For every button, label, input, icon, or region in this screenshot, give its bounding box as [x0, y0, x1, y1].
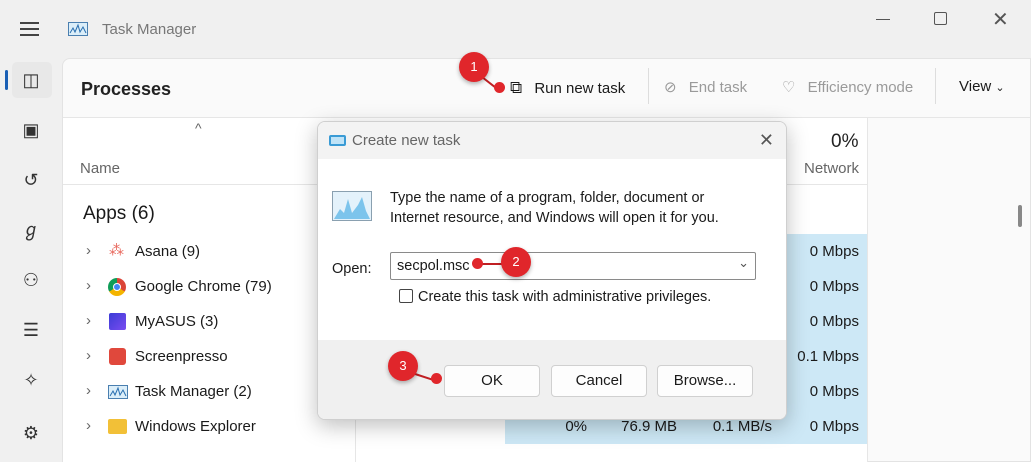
run-new-task-button[interactable]: ⧉ Run new task	[510, 78, 625, 98]
column-header-network[interactable]: Network	[804, 160, 859, 177]
dialog-close-button[interactable]: ✕	[759, 122, 774, 159]
task-manager-icon	[332, 191, 372, 221]
end-task-icon: ⊘	[664, 79, 677, 96]
open-input-value[interactable]: secpol.msc	[397, 258, 470, 274]
annotation-badge-1: 1	[459, 52, 489, 82]
expand-chevron-icon[interactable]: ›	[86, 312, 91, 329]
dialog-message: Type the name of a program, folder, docu…	[390, 190, 719, 226]
view-dropdown[interactable]: View ⌄	[959, 78, 1005, 95]
annotation-dot-2	[472, 258, 483, 269]
startup-apps-icon[interactable]: ℊ	[18, 217, 44, 243]
scrollbar-thumb[interactable]	[1018, 205, 1022, 227]
chevron-down-icon: ⌄	[995, 82, 1005, 94]
performance-icon[interactable]: ▣	[18, 117, 44, 143]
efficiency-mode-button[interactable]: ♡ Efficiency mode	[782, 78, 913, 96]
network-percent: 0%	[831, 131, 859, 152]
annotation-badge-3: 3	[388, 351, 418, 381]
chrome-icon	[108, 278, 126, 296]
admin-checkbox-label: Create this task with administrative pri…	[418, 289, 712, 305]
expand-chevron-icon[interactable]: ›	[86, 417, 91, 434]
myasus-icon	[109, 313, 126, 330]
folder-icon	[108, 419, 127, 434]
expand-chevron-icon[interactable]: ›	[86, 347, 91, 364]
run-new-task-icon: ⧉	[510, 78, 523, 97]
cancel-button[interactable]: Cancel	[551, 365, 647, 397]
sort-chevron-icon[interactable]: ^	[195, 120, 202, 136]
settings-icon[interactable]: ⚙	[18, 420, 44, 446]
open-combobox[interactable]: secpol.msc ⌄	[390, 252, 756, 280]
column-header-name[interactable]: Name	[80, 160, 120, 177]
annotation-dot-3	[431, 373, 442, 384]
app-history-icon[interactable]: ↺	[18, 167, 44, 193]
selected-indicator	[5, 70, 8, 90]
expand-chevron-icon[interactable]: ›	[86, 242, 91, 259]
services-icon[interactable]: ✧	[18, 367, 44, 393]
admin-checkbox[interactable]	[399, 289, 413, 303]
create-new-task-dialog: Create new task ✕ Type the name of a pro…	[317, 121, 787, 420]
open-label: Open:	[332, 261, 372, 277]
expand-chevron-icon[interactable]: ›	[86, 382, 91, 399]
screenpresso-icon	[109, 348, 126, 365]
end-task-button[interactable]: ⊘ End task	[664, 78, 747, 96]
maximize-button[interactable]	[934, 12, 947, 25]
task-manager-icon	[108, 385, 128, 399]
leaf-icon: ♡	[782, 79, 796, 96]
title-bar: Task Manager ✕	[0, 0, 1031, 58]
task-manager-icon	[68, 22, 88, 36]
processes-icon[interactable]: ◫	[18, 67, 44, 93]
page-title: Processes	[81, 79, 172, 99]
run-icon	[329, 135, 346, 146]
hamburger-menu-icon[interactable]	[20, 22, 39, 36]
window-title: Task Manager	[102, 21, 197, 38]
browse-button[interactable]: Browse...	[657, 365, 753, 397]
chevron-down-icon[interactable]: ⌄	[738, 255, 749, 271]
details-icon[interactable]: ☰	[18, 317, 44, 343]
annotation-dot-1	[494, 82, 505, 93]
asana-icon: ⁂	[109, 242, 124, 259]
group-apps: Apps (6)	[83, 203, 155, 224]
close-button[interactable]: ✕	[992, 7, 1009, 32]
ok-button[interactable]: OK	[444, 365, 540, 397]
dialog-title-bar: Create new task ✕	[318, 122, 786, 159]
users-icon[interactable]: ⚇	[18, 267, 44, 293]
minimize-button[interactable]	[876, 19, 890, 20]
expand-chevron-icon[interactable]: ›	[86, 277, 91, 294]
annotation-badge-2: 2	[501, 247, 531, 277]
